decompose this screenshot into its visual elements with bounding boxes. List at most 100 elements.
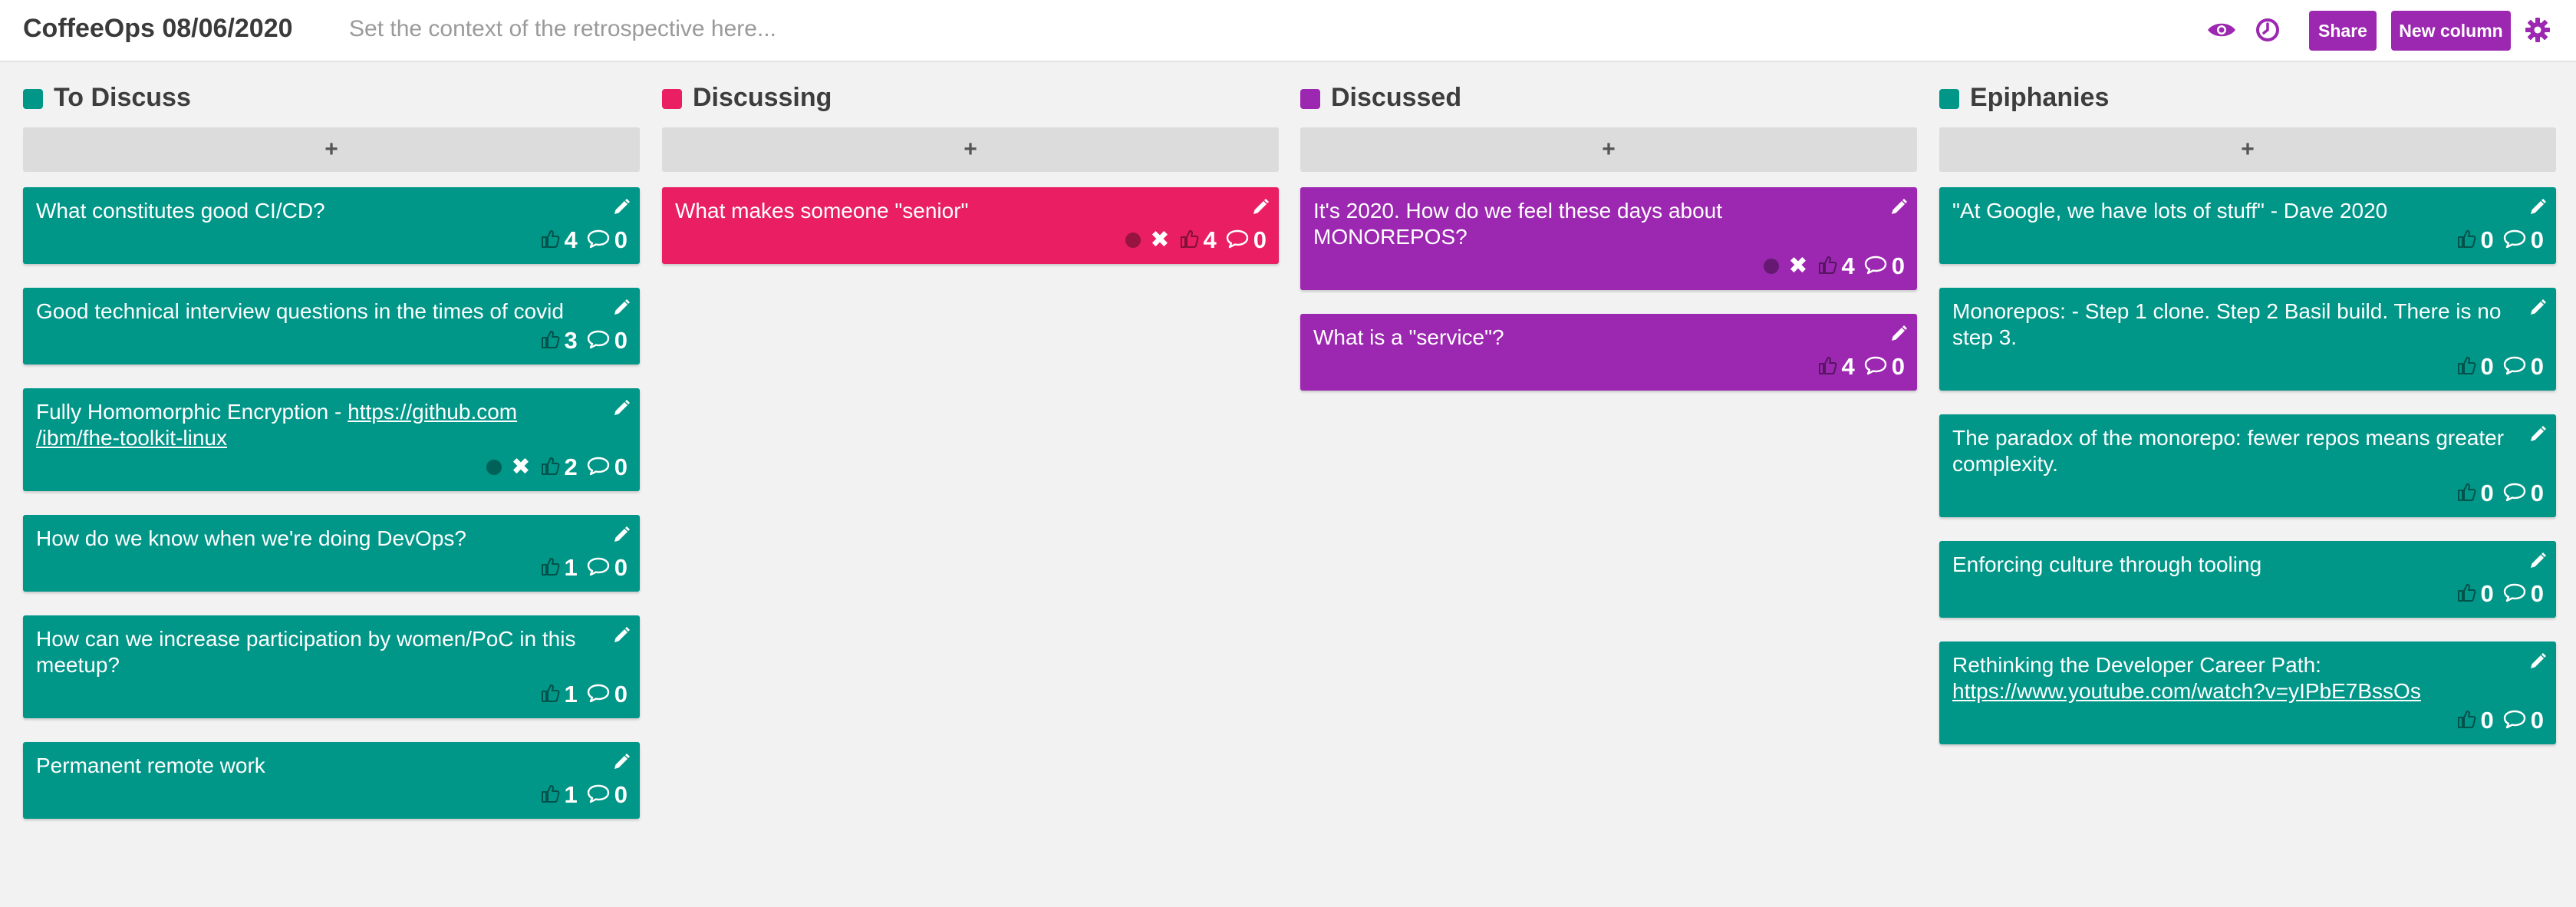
post-card[interactable]: Monorepos: - Step 1 clone. Step 2 Basil … xyxy=(1939,288,2556,391)
pencil-icon[interactable] xyxy=(2528,652,2547,671)
comment-button[interactable]: 0 xyxy=(2503,707,2544,734)
post-card[interactable]: The paradox of the monorepo: fewer repos… xyxy=(1939,414,2556,517)
eye-icon[interactable] xyxy=(2206,15,2237,45)
post-card[interactable]: How can we increase participation by wom… xyxy=(23,615,640,718)
pencil-icon[interactable] xyxy=(2528,298,2547,317)
comment-button[interactable]: 0 xyxy=(2503,480,2544,507)
post-link[interactable]: https://www.youtube.com/watch?v=yIPbE7Bs… xyxy=(1952,679,2421,703)
post-text-content: Good technical interview questions in th… xyxy=(36,299,564,323)
like-button[interactable]: 0 xyxy=(2456,480,2494,507)
column-title[interactable]: To Discuss xyxy=(54,83,191,113)
pencil-icon[interactable] xyxy=(1889,325,1908,343)
like-count: 0 xyxy=(2480,480,2494,506)
pencil-icon[interactable] xyxy=(612,526,631,544)
post-card[interactable]: How do we know when we're doing DevOps? 1… xyxy=(23,515,640,592)
thumbs-up-icon xyxy=(540,329,560,353)
new-column-button[interactable]: New column xyxy=(2391,11,2511,51)
pencil-icon[interactable] xyxy=(2528,425,2547,444)
like-button[interactable]: 0 xyxy=(2456,353,2494,381)
like-button[interactable]: 4 xyxy=(1817,353,1855,381)
like-button[interactable]: 4 xyxy=(1817,252,1855,280)
post-text: What constitutes good CI/CD? xyxy=(36,198,594,224)
thumbs-up-icon xyxy=(540,456,560,480)
pencil-icon[interactable] xyxy=(612,399,631,417)
comment-button[interactable]: 0 xyxy=(2503,226,2544,254)
comment-button[interactable]: 0 xyxy=(1864,252,1905,280)
post-card[interactable]: "At Google, we have lots of stuff" - Dav… xyxy=(1939,187,2556,264)
comment-count: 0 xyxy=(1891,252,1905,279)
close-icon[interactable]: ✖ xyxy=(511,456,530,479)
like-button[interactable]: 4 xyxy=(540,226,578,254)
comment-button[interactable]: 0 xyxy=(587,327,628,355)
column-color-swatch[interactable] xyxy=(23,89,43,109)
comment-button[interactable]: 0 xyxy=(587,681,628,708)
comment-button[interactable]: 0 xyxy=(587,781,628,809)
post-text-content: What constitutes good CI/CD? xyxy=(36,199,325,223)
post-text: How do we know when we're doing DevOps? xyxy=(36,526,594,552)
like-button[interactable]: 0 xyxy=(2456,707,2494,734)
post-card[interactable]: What is a "service"? 4 0 xyxy=(1300,314,1917,391)
pencil-icon[interactable] xyxy=(612,298,631,317)
column-to-discuss: To Discuss + What constitutes good CI/CD? 4… xyxy=(23,80,640,843)
like-button[interactable]: 1 xyxy=(540,554,578,582)
pencil-icon[interactable] xyxy=(1251,198,1270,216)
thumbs-up-icon xyxy=(1179,229,1199,252)
column-title[interactable]: Discussed xyxy=(1331,83,1461,113)
comment-icon xyxy=(587,329,610,353)
clock-icon[interactable] xyxy=(2252,15,2283,45)
comment-button[interactable]: 0 xyxy=(2503,580,2544,608)
like-button[interactable]: 1 xyxy=(540,781,578,809)
column-title[interactable]: Discussing xyxy=(693,83,832,113)
like-button[interactable]: 0 xyxy=(2456,580,2494,608)
close-icon[interactable]: ✖ xyxy=(1150,229,1169,252)
post-card[interactable]: Enforcing culture through tooling 0 0 xyxy=(1939,541,2556,618)
like-button[interactable]: 2 xyxy=(540,453,578,481)
comment-icon xyxy=(1864,355,1887,379)
post-card[interactable]: What makes someone "senior" ✖ 4 0 xyxy=(662,187,1279,264)
like-button[interactable]: 4 xyxy=(1179,226,1217,254)
post-card[interactable]: What constitutes good CI/CD? 4 0 xyxy=(23,187,640,264)
context-input[interactable]: Set the context of the retrospective her… xyxy=(349,16,776,42)
share-button[interactable]: Share xyxy=(2309,11,2377,51)
pencil-icon[interactable] xyxy=(1889,198,1908,216)
post-text: What is a "service"? xyxy=(1313,325,1871,351)
comment-button[interactable]: 0 xyxy=(2503,353,2544,381)
thumbs-up-icon xyxy=(2456,229,2476,252)
post-card[interactable]: Good technical interview questions in th… xyxy=(23,288,640,364)
column-discussing: Discussing + What makes someone "senior" ✖ 4… xyxy=(662,80,1279,288)
like-count: 1 xyxy=(564,781,578,808)
post-text-content: The paradox of the monorepo: fewer repos… xyxy=(1952,426,2505,476)
post-card[interactable]: Rethinking the Developer Career Path: ht… xyxy=(1939,641,2556,744)
board-title[interactable]: CoffeeOps 08/06/2020 xyxy=(23,14,293,44)
column-color-swatch[interactable] xyxy=(662,89,682,109)
add-card-button[interactable]: + xyxy=(1939,127,2556,172)
comment-button[interactable]: 0 xyxy=(1226,226,1267,254)
post-card[interactable]: It's 2020. How do we feel these days abo… xyxy=(1300,187,1917,290)
add-card-button[interactable]: + xyxy=(662,127,1279,172)
column-title[interactable]: Epiphanies xyxy=(1970,83,2109,113)
like-button[interactable]: 0 xyxy=(2456,226,2494,254)
post-card[interactable]: Fully Homomorphic Encryption - https://g… xyxy=(23,388,640,491)
pencil-icon[interactable] xyxy=(612,626,631,645)
vote-indicator-icon xyxy=(1125,233,1141,248)
gear-icon[interactable] xyxy=(2522,15,2553,45)
pencil-icon[interactable] xyxy=(2528,552,2547,570)
close-icon[interactable]: ✖ xyxy=(1788,255,1807,278)
pencil-icon[interactable] xyxy=(612,753,631,771)
pencil-icon[interactable] xyxy=(612,198,631,216)
comment-icon xyxy=(2503,709,2526,733)
comment-count: 0 xyxy=(614,327,628,354)
comment-button[interactable]: 0 xyxy=(587,453,628,481)
comment-button[interactable]: 0 xyxy=(587,226,628,254)
comment-button[interactable]: 0 xyxy=(587,554,628,582)
comment-button[interactable]: 0 xyxy=(1864,353,1905,381)
add-card-button[interactable]: + xyxy=(1300,127,1917,172)
post-card[interactable]: Permanent remote work 1 0 xyxy=(23,742,640,819)
add-card-button[interactable]: + xyxy=(23,127,640,172)
column-color-swatch[interactable] xyxy=(1300,89,1320,109)
like-button[interactable]: 3 xyxy=(540,327,578,355)
like-button[interactable]: 1 xyxy=(540,681,578,708)
post-link-text: https://www.youtube.com/watch?v=yIPbE7Bs… xyxy=(1952,679,2421,703)
column-color-swatch[interactable] xyxy=(1939,89,1959,109)
pencil-icon[interactable] xyxy=(2528,198,2547,216)
